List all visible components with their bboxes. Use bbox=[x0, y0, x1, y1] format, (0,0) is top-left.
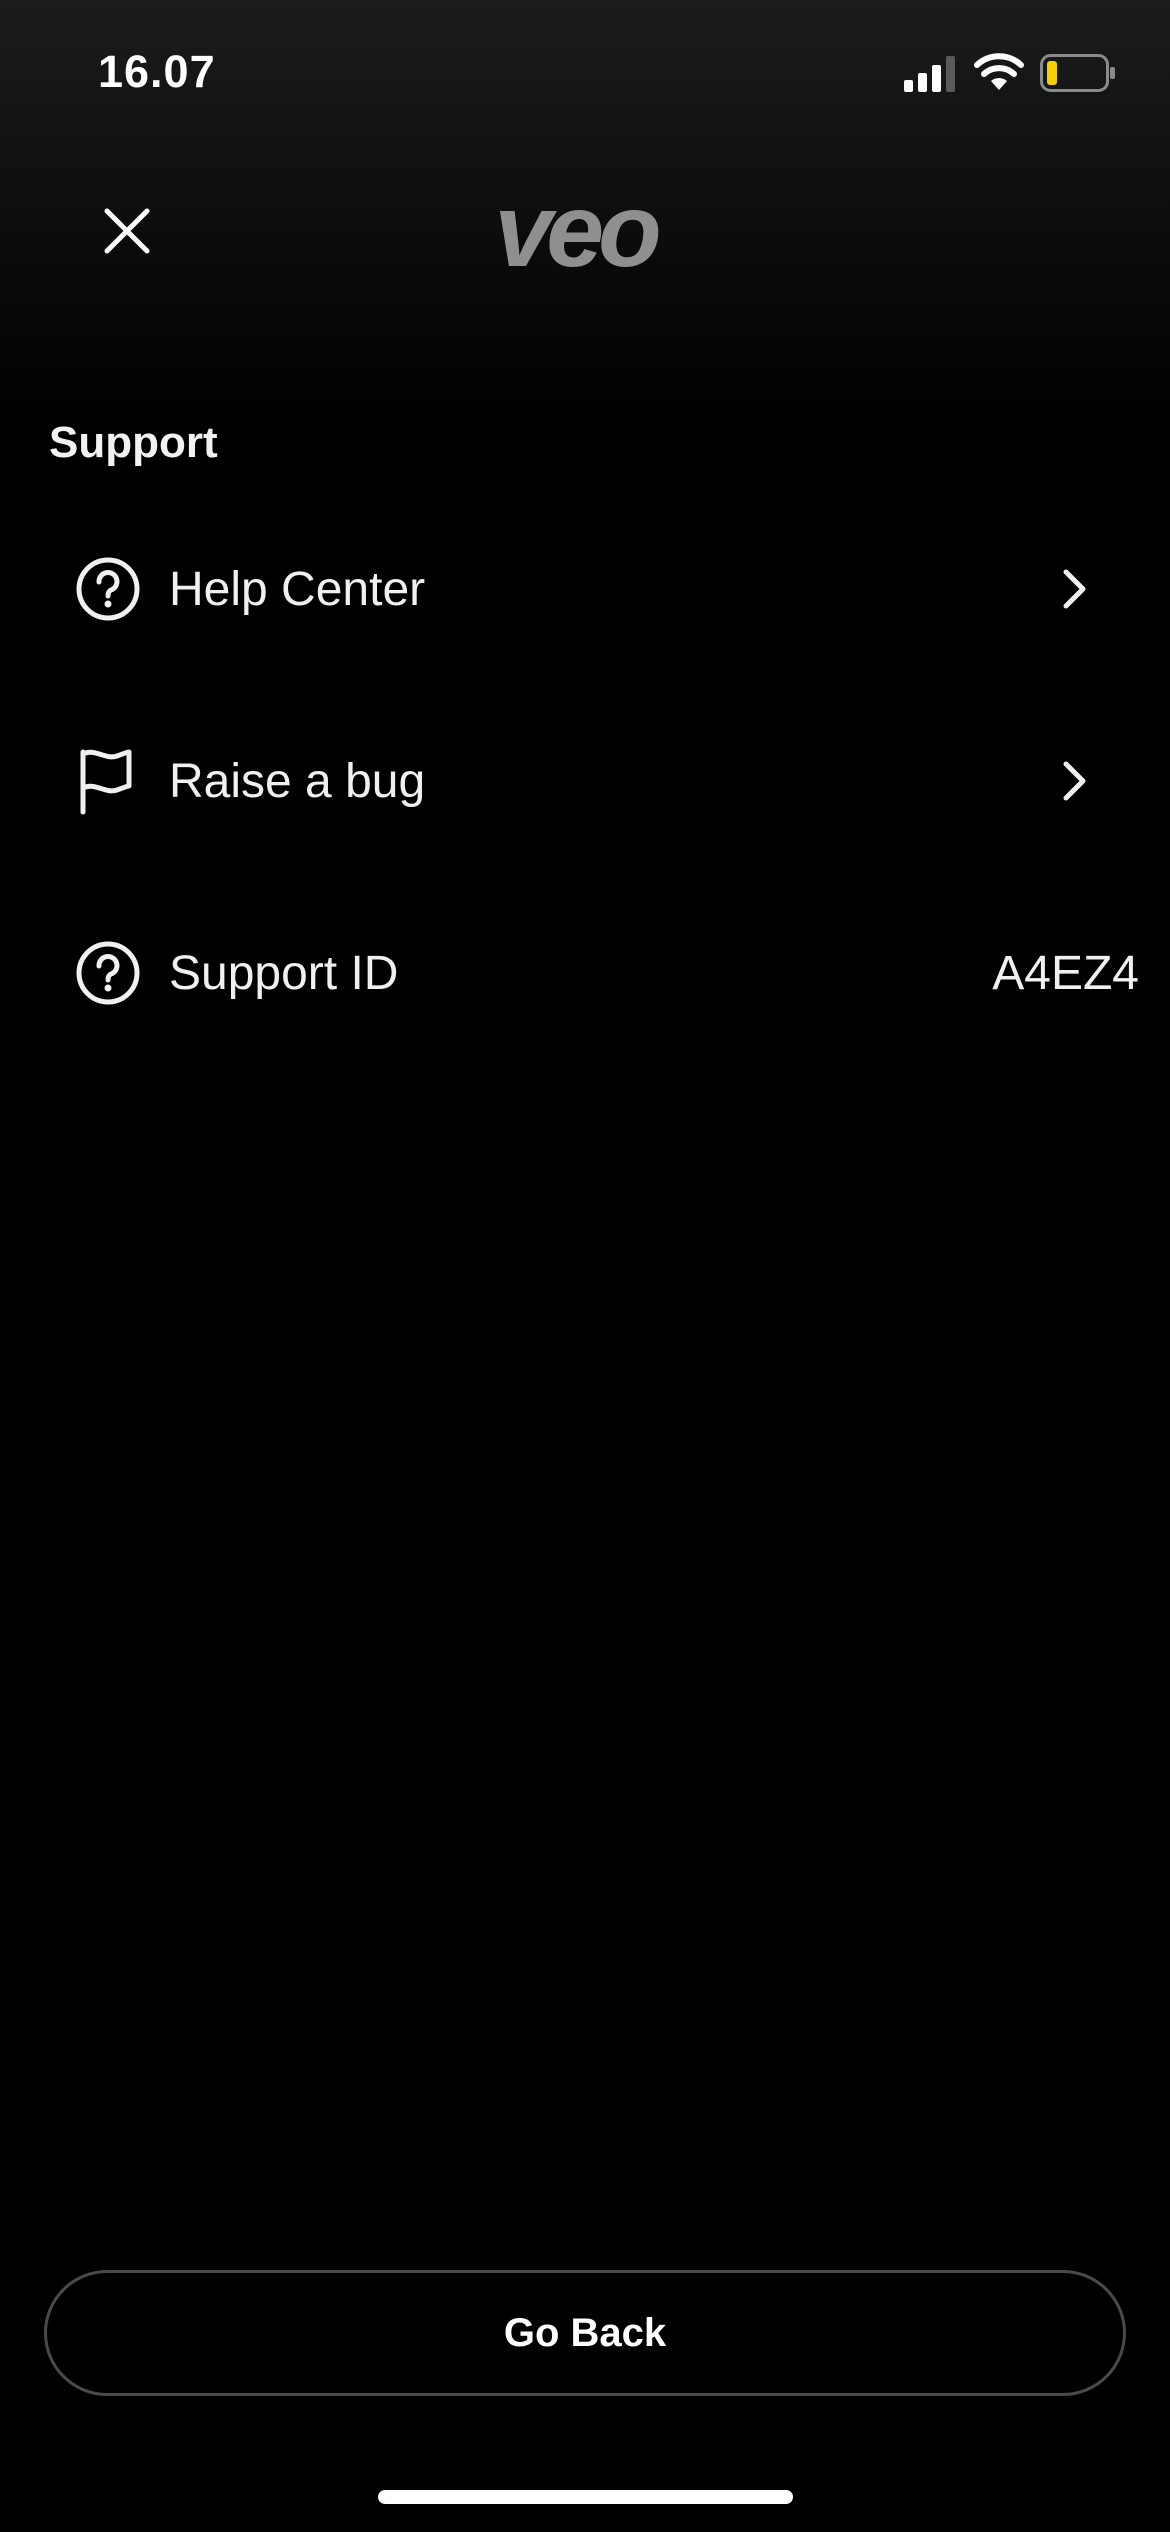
logo-text: veo bbox=[494, 173, 661, 289]
support-id-row: Support ID A4EZ4 bbox=[49, 898, 1139, 1048]
support-screen: 16.07 veo Support Help Center Raise a bu… bbox=[0, 0, 1170, 2532]
support-id-value: A4EZ4 bbox=[992, 947, 1139, 1000]
veo-logo: veo bbox=[470, 176, 680, 286]
signal-icon bbox=[904, 56, 955, 92]
support-id-label: Support ID bbox=[169, 947, 399, 1000]
battery-icon bbox=[1040, 54, 1115, 92]
chevron-right-icon bbox=[1063, 761, 1086, 801]
help-circle-icon bbox=[76, 557, 140, 621]
go-back-button[interactable]: Go Back bbox=[44, 2270, 1126, 2396]
home-indicator[interactable] bbox=[378, 2490, 793, 2504]
chevron-right-icon bbox=[1063, 569, 1086, 609]
close-button[interactable] bbox=[92, 196, 162, 266]
status-time: 16.07 bbox=[98, 46, 216, 97]
go-back-label: Go Back bbox=[503, 2310, 667, 2355]
flag-icon bbox=[80, 749, 132, 815]
wifi-icon bbox=[974, 53, 1024, 90]
help-center-row[interactable]: Help Center bbox=[49, 514, 1121, 664]
section-title-support: Support bbox=[49, 418, 218, 467]
raise-bug-row[interactable]: Raise a bug bbox=[49, 706, 1121, 856]
status-bar: 16.07 bbox=[0, 0, 1170, 140]
help-center-label: Help Center bbox=[169, 563, 426, 616]
help-circle-icon bbox=[76, 941, 140, 1005]
raise-bug-label: Raise a bug bbox=[169, 755, 426, 808]
close-icon bbox=[104, 208, 150, 254]
